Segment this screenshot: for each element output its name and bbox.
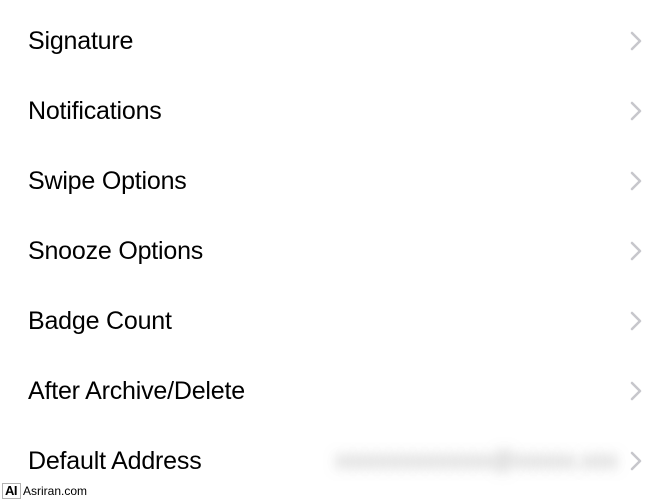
settings-row-snooze-options[interactable]: Snooze Options xyxy=(0,216,660,286)
watermark: AI Asriran.com xyxy=(2,483,87,499)
chevron-right-icon xyxy=(630,451,642,471)
settings-list: Signature Notifications Swipe Options Sn… xyxy=(0,0,660,496)
settings-row-default-address[interactable]: Default Address xxxxxxxxxxxxx@xxxxx.xxx xyxy=(0,426,660,496)
row-label: Signature xyxy=(28,27,133,56)
row-right xyxy=(630,31,642,51)
settings-row-notifications[interactable]: Notifications xyxy=(0,76,660,146)
row-right xyxy=(630,311,642,331)
settings-row-badge-count[interactable]: Badge Count xyxy=(0,286,660,356)
chevron-right-icon xyxy=(630,311,642,331)
settings-row-swipe-options[interactable]: Swipe Options xyxy=(0,146,660,216)
chevron-right-icon xyxy=(630,101,642,121)
chevron-right-icon xyxy=(630,381,642,401)
chevron-right-icon xyxy=(630,241,642,261)
settings-row-after-archive-delete[interactable]: After Archive/Delete xyxy=(0,356,660,426)
row-right xyxy=(630,101,642,121)
watermark-logo: AI xyxy=(2,483,21,499)
row-value-obscured: xxxxxxxxxxxxx@xxxxx.xxx xyxy=(335,447,618,475)
row-right xyxy=(630,171,642,191)
row-label: After Archive/Delete xyxy=(28,377,245,406)
chevron-right-icon xyxy=(630,31,642,51)
row-label: Swipe Options xyxy=(28,167,187,196)
row-label: Notifications xyxy=(28,97,162,126)
row-right xyxy=(630,241,642,261)
row-label: Default Address xyxy=(28,447,202,476)
settings-row-signature[interactable]: Signature xyxy=(0,6,660,76)
row-right xyxy=(630,381,642,401)
row-right: xxxxxxxxxxxxx@xxxxx.xxx xyxy=(335,447,642,475)
row-label: Snooze Options xyxy=(28,237,203,266)
watermark-text: Asriran.com xyxy=(23,484,87,499)
row-label: Badge Count xyxy=(28,307,172,336)
chevron-right-icon xyxy=(630,171,642,191)
